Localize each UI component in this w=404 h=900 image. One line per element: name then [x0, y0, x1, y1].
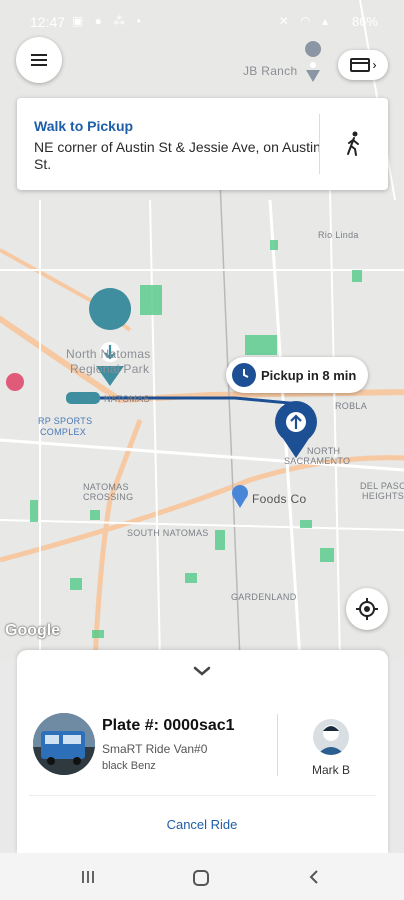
- hamburger-icon: [31, 54, 47, 66]
- system-icons: ✕ ◠ ▴: [278, 14, 332, 28]
- walk-card-title: Walk to Pickup: [34, 118, 134, 134]
- map-label-natomas-crossing-2: CROSSING: [83, 492, 134, 502]
- payment-button[interactable]: ›: [338, 50, 388, 80]
- map-label-rio-linda: Rio Linda: [318, 230, 359, 240]
- divider: [319, 114, 320, 174]
- divider: [29, 795, 376, 796]
- home-icon[interactable]: [193, 870, 209, 886]
- driver-name: Mark B: [312, 763, 351, 777]
- pickup-eta-text: Pickup in 8 min: [261, 368, 357, 383]
- credit-card-icon: [349, 58, 370, 72]
- map-label-robla: ROBLA: [335, 401, 368, 411]
- vehicle-plate: Plate #: 0000sac1: [102, 717, 235, 734]
- pickup-address: NE corner of Austin St & Jessie Ave, on …: [34, 139, 321, 172]
- map-label-rp-sports-1: RP SPORTS: [38, 416, 93, 426]
- walking-person-icon: [347, 131, 359, 156]
- walk-to-pickup-card[interactable]: Walk to Pickup NE corner of Austin St & …: [17, 98, 388, 190]
- map-label-north-sac-1: NORTH: [307, 446, 341, 456]
- system-nav-bar: [0, 853, 404, 900]
- map-label-del-paso-2: HEIGHTS: [362, 491, 404, 501]
- map-label-gardenland: GARDENLAND: [231, 592, 297, 602]
- cancel-ride-button[interactable]: Cancel Ride: [147, 814, 257, 836]
- chevron-right-icon: ›: [372, 58, 377, 72]
- pickup-eta-bubble: Pickup in 8 min: [226, 357, 368, 393]
- divider: [277, 714, 278, 776]
- vehicle-photo: [33, 713, 95, 775]
- map-label-del-paso-1: DEL PASO: [360, 481, 404, 491]
- chevron-down-icon[interactable]: [192, 664, 212, 678]
- back-icon[interactable]: [308, 869, 320, 885]
- battery-level: 86%: [351, 14, 378, 29]
- map-label-jb-ranch: JB Ranch: [243, 64, 298, 78]
- google-logo: Google: [5, 622, 61, 639]
- status-bar: 12:47 ▣ ● ⁂ • ✕ ◠ ▴ 86%: [0, 0, 404, 44]
- ride-details-sheet: Plate #: 0000sac1 SmaRT Ride Van#0 black…: [17, 650, 388, 853]
- map-label-natomas: NATOMAS: [104, 394, 150, 404]
- clock-icon: [232, 363, 256, 387]
- vehicle-name: SmaRT Ride Van#0: [102, 742, 208, 756]
- map-label-natomas-crossing-1: NATOMAS: [83, 482, 129, 492]
- notification-icons: ▣ ● ⁂ •: [72, 14, 145, 28]
- recent-apps-icon[interactable]: [80, 869, 96, 885]
- map-label-rp-sports-2: COMPLEX: [40, 427, 87, 437]
- map-label-park-line-1: North Natomas: [66, 347, 151, 361]
- map-label-foods-co: Foods Co: [252, 492, 307, 506]
- my-location-icon: [356, 598, 378, 620]
- map-label-north-sac-2: SACRAMENTO: [284, 456, 351, 466]
- status-time: 12:47: [30, 14, 66, 30]
- map-label-south-natomas: SOUTH NATOMAS: [127, 528, 209, 538]
- my-location-button[interactable]: [346, 588, 388, 630]
- vehicle-description: black Benz: [102, 760, 156, 772]
- map-label-park-line-2: Regional Park: [70, 362, 150, 376]
- driver-avatar-icon: [313, 719, 349, 755]
